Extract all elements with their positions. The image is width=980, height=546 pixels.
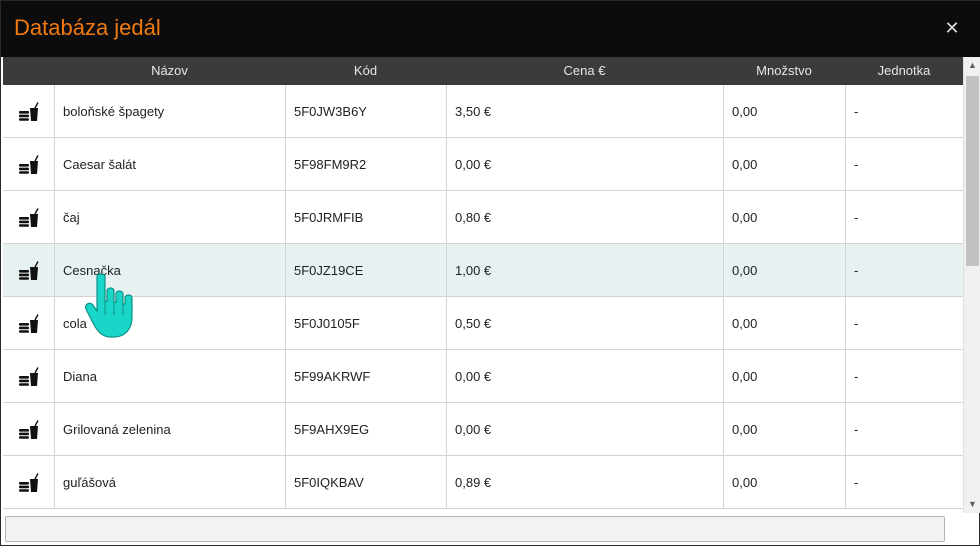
- food-unit-cell[interactable]: -: [845, 350, 963, 403]
- column-header-price[interactable]: Cena €: [446, 57, 723, 85]
- search-input[interactable]: [5, 516, 945, 542]
- vertical-scrollbar[interactable]: ▲ ▼: [963, 57, 980, 513]
- column-header-unit[interactable]: Jednotka: [845, 57, 963, 85]
- dialog-title: Databáza jedál: [14, 15, 161, 40]
- food-unit-cell[interactable]: -: [845, 244, 963, 297]
- food-quantity-cell[interactable]: 0,00: [723, 191, 845, 244]
- food-drink-icon: [3, 244, 54, 297]
- food-name-cell[interactable]: cola: [54, 297, 285, 350]
- food-price-cell[interactable]: 0,00 €: [446, 403, 723, 456]
- column-header-icon: [3, 57, 54, 85]
- close-icon: ✕: [944, 18, 960, 39]
- food-database-dialog: Databáza jedál ✕ Názov Kód Cena € Množst…: [0, 0, 980, 546]
- food-code-cell[interactable]: 5F9AHX9EG: [285, 403, 446, 456]
- food-unit-cell[interactable]: -: [845, 138, 963, 191]
- food-drink-icon: [3, 403, 54, 456]
- food-name-cell[interactable]: guľášová: [54, 456, 285, 509]
- table-row[interactable]: Diana 5F99AKRWF 0,00 €0,00-: [3, 350, 963, 403]
- food-quantity-cell[interactable]: 0,00: [723, 456, 845, 509]
- food-unit-cell[interactable]: -: [845, 85, 963, 138]
- table-row[interactable]: Caesar šalát 5F98FM9R2 0,00 €0,00-: [3, 138, 963, 191]
- food-drink-icon: [3, 350, 54, 403]
- food-name-cell[interactable]: Grilovaná zelenina: [54, 403, 285, 456]
- food-code-cell[interactable]: 5F99AKRWF: [285, 350, 446, 403]
- column-header-code[interactable]: Kód: [285, 57, 446, 85]
- food-quantity-cell[interactable]: 0,00: [723, 297, 845, 350]
- food-drink-icon: [3, 85, 54, 138]
- table-row[interactable]: cola 5F0J0105F 0,50 €0,00-: [3, 297, 963, 350]
- column-header-quantity[interactable]: Množstvo: [723, 57, 845, 85]
- food-price-cell[interactable]: 3,50 €: [446, 85, 723, 138]
- food-quantity-cell[interactable]: 0,00: [723, 244, 845, 297]
- food-drink-icon: [3, 297, 54, 350]
- food-code-cell[interactable]: 5F0IQKBAV: [285, 456, 446, 509]
- food-price-cell[interactable]: 0,00 €: [446, 138, 723, 191]
- food-price-cell[interactable]: 0,80 €: [446, 191, 723, 244]
- table-row[interactable]: boloňské špagety 5F0JW3B6Y 3,50 €0,00-: [3, 85, 963, 138]
- scroll-up-arrow-icon[interactable]: ▲: [964, 57, 980, 74]
- food-price-cell[interactable]: 0,89 €: [446, 456, 723, 509]
- food-unit-cell[interactable]: -: [845, 297, 963, 350]
- food-quantity-cell[interactable]: 0,00: [723, 138, 845, 191]
- table-body: boloňské špagety 5F0JW3B6Y 3,50 €0,00- Caes…: [3, 85, 963, 509]
- food-code-cell[interactable]: 5F0JW3B6Y: [285, 85, 446, 138]
- food-code-cell[interactable]: 5F0JZ19CE: [285, 244, 446, 297]
- table-row[interactable]: čaj 5F0JRMFIB 0,80 €0,00-: [3, 191, 963, 244]
- food-unit-cell[interactable]: -: [845, 456, 963, 509]
- scroll-down-arrow-icon[interactable]: ▼: [964, 496, 980, 513]
- food-quantity-cell[interactable]: 0,00: [723, 403, 845, 456]
- food-unit-cell[interactable]: -: [845, 191, 963, 244]
- food-code-cell[interactable]: 5F0J0105F: [285, 297, 446, 350]
- food-drink-icon: [3, 456, 54, 509]
- food-name-cell[interactable]: čaj: [54, 191, 285, 244]
- dialog-titlebar: Databáza jedál ✕: [1, 1, 980, 57]
- food-unit-cell[interactable]: -: [845, 403, 963, 456]
- table-row[interactable]: Grilovaná zelenina 5F9AHX9EG 0,00 €0,00-: [3, 403, 963, 456]
- food-price-cell[interactable]: 0,00 €: [446, 350, 723, 403]
- food-price-cell[interactable]: 0,50 €: [446, 297, 723, 350]
- food-drink-icon: [3, 191, 54, 244]
- food-quantity-cell[interactable]: 0,00: [723, 85, 845, 138]
- food-code-cell[interactable]: 5F98FM9R2: [285, 138, 446, 191]
- food-code-cell[interactable]: 5F0JRMFIB: [285, 191, 446, 244]
- food-name-cell[interactable]: Caesar šalát: [54, 138, 285, 191]
- food-name-cell[interactable]: Diana: [54, 350, 285, 403]
- close-button[interactable]: ✕: [941, 18, 963, 40]
- food-price-cell[interactable]: 1,00 €: [446, 244, 723, 297]
- food-name-cell[interactable]: Cesnačka: [54, 244, 285, 297]
- column-header-name[interactable]: Názov: [54, 57, 285, 85]
- food-table: Názov Kód Cena € Množstvo Jednotka boloň…: [3, 57, 963, 513]
- food-name-cell[interactable]: boloňské špagety: [54, 85, 285, 138]
- food-drink-icon: [3, 138, 54, 191]
- food-quantity-cell[interactable]: 0,00: [723, 350, 845, 403]
- table-row[interactable]: guľášová 5F0IQKBAV 0,89 €0,00-: [3, 456, 963, 509]
- table-header: Názov Kód Cena € Množstvo Jednotka: [3, 57, 963, 85]
- scrollbar-thumb[interactable]: [966, 76, 979, 266]
- table-row[interactable]: Cesnačka 5F0JZ19CE 1,00 €0,00-: [3, 244, 963, 297]
